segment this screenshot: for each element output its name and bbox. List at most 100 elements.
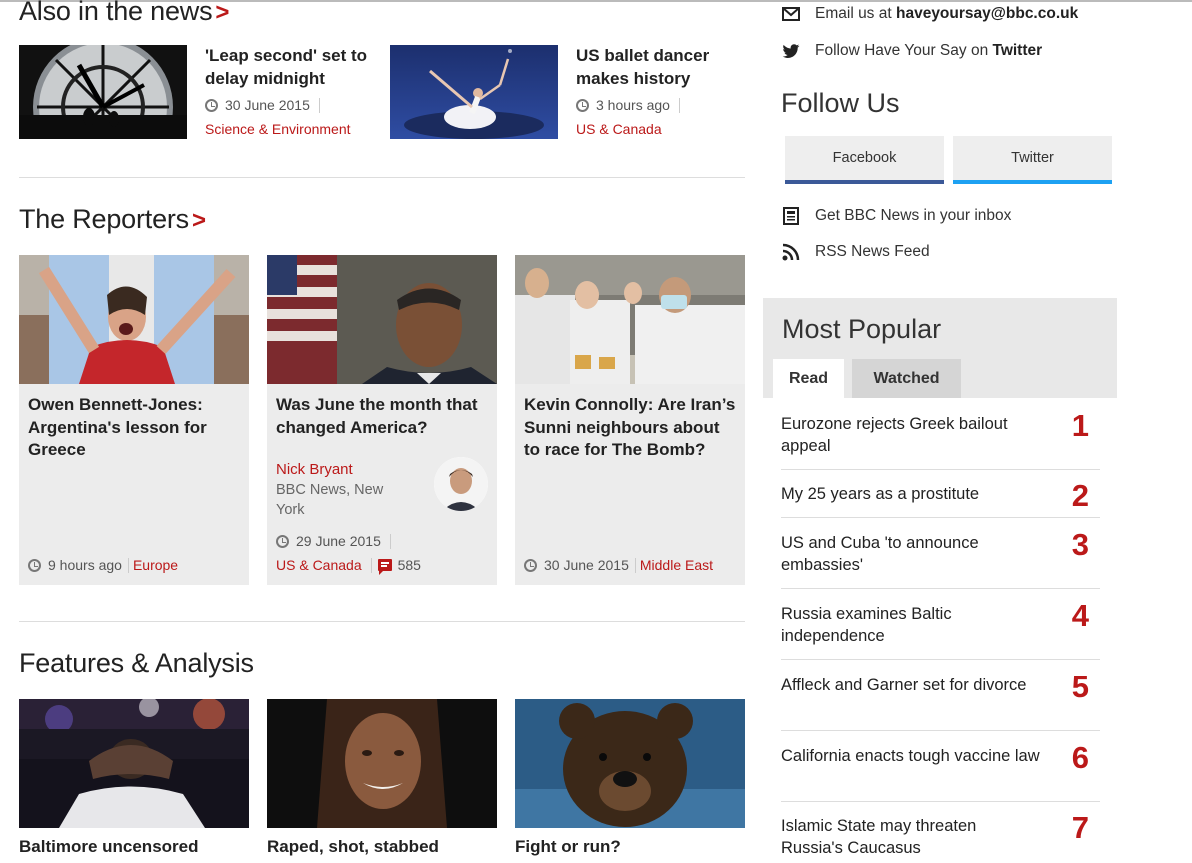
most-popular-title: My 25 years as a prostitute [781,485,980,503]
features-heading[interactable]: Features & Analysis [19,648,254,679]
clock-icon [276,534,289,548]
news-item-title[interactable]: US ballet dancer makes history [576,44,746,90]
card-title: Owen Bennett-Jones: Argentina's lesson f… [28,395,207,459]
most-popular-title: Eurozone rejects Greek bailout appeal [781,415,1008,455]
most-popular-rank: 6 [1071,740,1089,775]
most-popular-item[interactable]: US and Cuba 'to announce embassies' 3 [781,527,1100,589]
also-in-news-heading-text: Also in the news [19,0,213,26]
newsletter-label: Get BBC News in your inbox [815,207,1012,224]
card-meta: 9 hours ago Europe [28,557,178,573]
divider [370,557,372,573]
reporters-heading[interactable]: The Reporters > [19,204,206,235]
card-meta: 30 June 2015 Middle East [524,557,713,573]
clock-icon [576,98,589,112]
twitter-bird-icon [781,42,801,60]
most-popular-item[interactable]: Islamic State may threaten Russia's Cauc… [781,810,1100,863]
twitter-prefix: Follow Have Your Say on [815,42,993,59]
author-avatar [434,457,488,511]
argentina-protester-image [19,255,249,384]
reporter-card[interactable]: Owen Bennett-Jones: Argentina's lesson f… [19,255,249,585]
card-category[interactable]: US & Canada [276,557,362,573]
most-popular-item[interactable]: California enacts tough vaccine law 6 [781,740,1100,802]
feature-title[interactable]: Raped, shot, stabbed [267,837,439,857]
card-meta-2: US & Canada 585 [276,557,421,575]
newsletter-icon [781,207,801,225]
author-role: BBC News, New York [276,482,384,518]
news-item-time: 3 hours ago [596,97,670,113]
ballet-dancer-image[interactable] [390,45,558,139]
comment-icon[interactable] [377,559,392,575]
most-popular-rank: 4 [1071,598,1089,633]
comment-count[interactable]: 585 [398,557,421,573]
divider [634,557,636,573]
section-divider [19,621,745,622]
news-item-category[interactable]: US & Canada [576,121,662,137]
obama-image [267,255,497,384]
rss-link[interactable]: RSS News Feed [781,243,930,261]
reporter-card[interactable]: Kevin Connolly: Are Iran’s Sunni neighbo… [515,255,745,585]
tab-watched[interactable]: Watched [852,359,961,398]
news-item-time: 30 June 2015 [225,97,310,113]
news-item-meta: 3 hours ago [576,97,686,113]
facebook-label: Facebook [832,150,897,166]
card-title: Was June the month that changed America? [276,395,478,437]
card-time: 9 hours ago [48,557,122,573]
most-popular-title: Islamic State may threaten Russia's Cauc… [781,817,977,857]
chevron-right-icon: > [215,0,230,26]
divider [127,557,129,573]
rss-icon [781,243,801,261]
feature-title[interactable]: Fight or run? [515,837,621,857]
twitter-name[interactable]: Twitter [993,42,1043,60]
card-time: 30 June 2015 [544,557,629,573]
card-time: 29 June 2015 [296,533,381,549]
clock-icon [28,558,41,572]
most-popular-rank: 7 [1071,810,1089,845]
most-popular-title: Russia examines Baltic independence [781,605,952,645]
portrait-image[interactable] [267,699,497,828]
newsletter-link[interactable]: Get BBC News in your inbox [781,207,1011,225]
twitter-follow-link[interactable]: Follow Have Your Say on Twitter [781,42,1042,60]
envelope-icon [781,5,801,23]
twitter-button[interactable]: Twitter [953,136,1112,184]
card-meta: 29 June 2015 [276,533,397,549]
bear-image[interactable] [515,699,745,828]
most-popular-rank: 5 [1071,669,1089,704]
also-in-news-heading[interactable]: Also in the news > [19,0,229,27]
email-link[interactable]: Email us at haveyoursay@bbc.co.uk [781,5,1078,23]
lab-scientists-image [515,255,745,384]
card-title: Kevin Connolly: Are Iran’s Sunni neighbo… [524,395,736,459]
email-address[interactable]: haveyoursay@bbc.co.uk [896,5,1078,23]
most-popular-item[interactable]: Russia examines Baltic independence 4 [781,598,1100,660]
baltimore-image[interactable] [19,699,249,828]
reporters-heading-text: The Reporters [19,204,189,234]
most-popular-item[interactable]: My 25 years as a prostitute 2 [781,478,1100,518]
clock-icon [524,558,537,572]
tab-read[interactable]: Read [773,359,844,398]
divider [678,97,680,113]
most-popular-rank: 3 [1071,527,1089,562]
twitter-label: Twitter [1011,150,1054,166]
author-name[interactable]: Nick Bryant [276,461,406,478]
feature-title[interactable]: Baltimore uncensored [19,837,199,857]
section-divider [19,177,745,178]
leap-second-image[interactable] [19,45,187,139]
divider [389,533,391,549]
most-popular-item[interactable]: Eurozone rejects Greek bailout appeal 1 [781,408,1100,470]
reporter-card[interactable]: Was June the month that changed America?… [267,255,497,585]
chevron-right-icon: > [191,207,206,234]
divider [318,97,320,113]
most-popular-title: California enacts tough vaccine law [781,747,1040,765]
news-item-meta: 30 June 2015 [205,97,326,113]
most-popular-rank: 1 [1071,408,1089,443]
most-popular-rank: 2 [1071,478,1089,513]
news-item-category[interactable]: Science & Environment [205,121,351,137]
most-popular-title: US and Cuba 'to announce embassies' [781,534,979,574]
card-category[interactable]: Europe [133,557,178,573]
news-item-title[interactable]: 'Leap second' set to delay midnight [205,44,375,90]
most-popular-item[interactable]: Affleck and Garner set for divorce 5 [781,669,1100,731]
byline: Nick Bryant BBC News, New York [276,461,406,520]
clock-icon [205,98,218,112]
card-category[interactable]: Middle East [640,557,713,573]
facebook-button[interactable]: Facebook [785,136,944,184]
email-prefix: Email us at [815,5,896,22]
